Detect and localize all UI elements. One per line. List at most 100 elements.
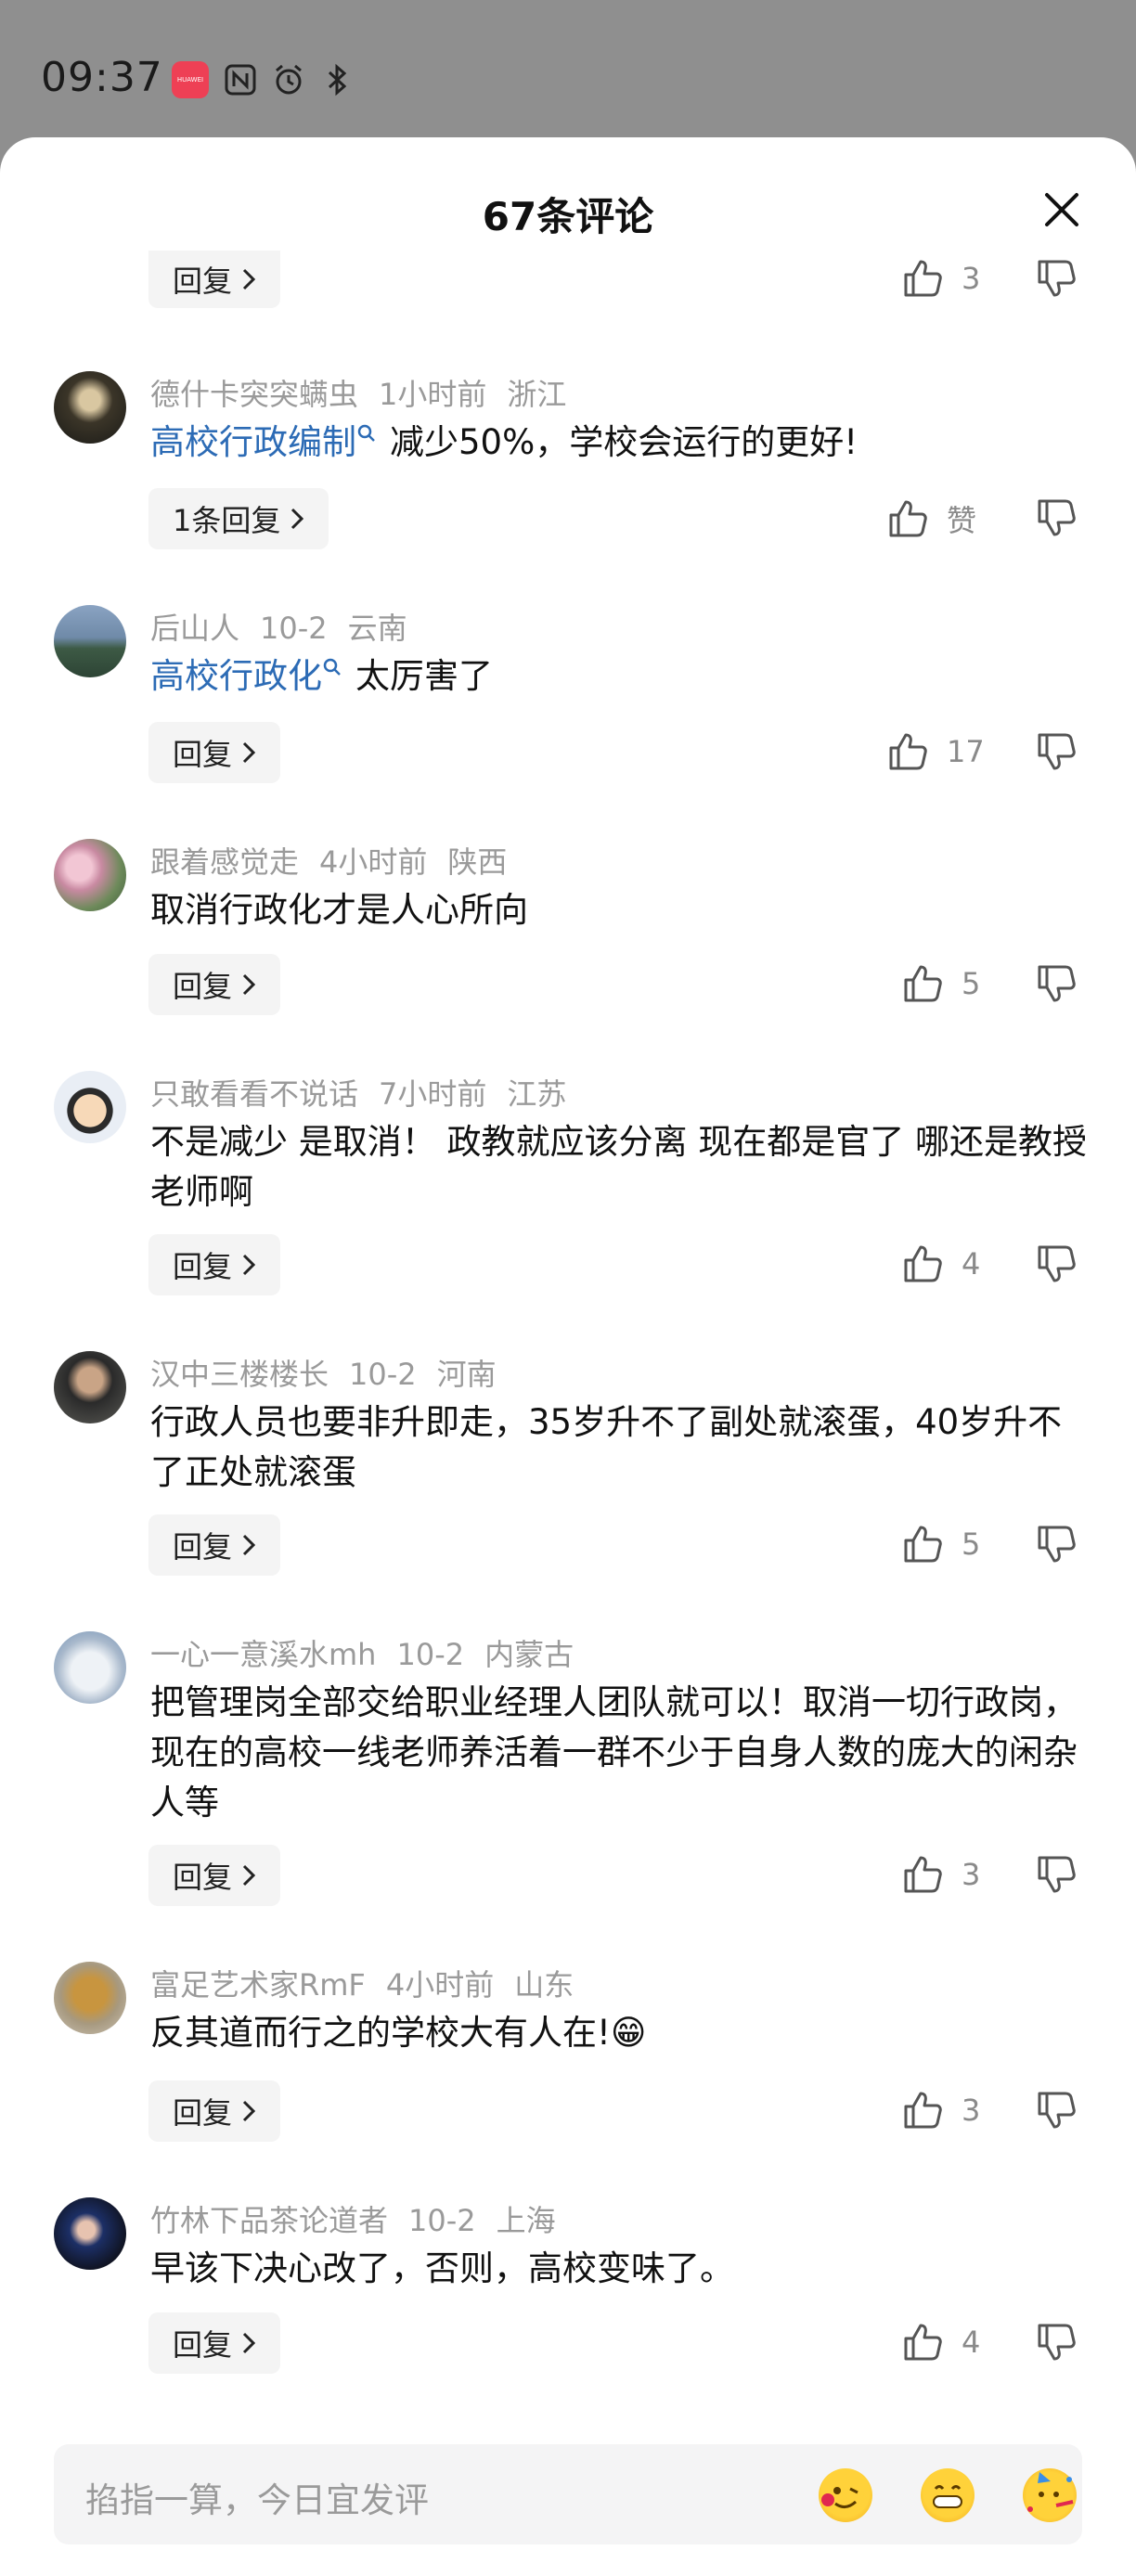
like-button[interactable]: 4 [902,2322,980,2363]
comment-text: 不是减少 是取消！ 政教就应该分离 现在都是官了 哪还是教授 老师啊 [150,1122,1088,1212]
like-count: 3 [962,2093,981,2128]
thumbs-up-icon [904,2092,942,2129]
avatar[interactable] [54,1351,126,1423]
emoji-grin-icon[interactable] [921,2468,975,2522]
like-button[interactable]: 3 [902,1854,980,1895]
like-button[interactable]: 17 [887,731,985,772]
comment-time: 4小时前 [319,844,428,880]
avatar[interactable] [54,1631,126,1704]
status-time: 09:37 [41,54,163,101]
comment-location: 河南 [436,1357,497,1392]
reply-button[interactable]: 回复 [148,722,281,783]
thumbs-down-icon [1038,733,1076,770]
reply-label: 回复 [173,969,233,1004]
keyword-link[interactable]: 高校行政化 [150,656,322,696]
comment-body: 不是减少 是取消！ 政教就应该分离 现在都是官了 哪还是教授 老师啊 [150,1117,1088,1217]
like-count: 17 [947,734,985,769]
reply-button[interactable]: 回复 [148,1514,281,1576]
reply-button[interactable]: 回复 [148,2312,281,2374]
alarm-icon [272,63,305,97]
username[interactable]: 跟着感觉走 [150,844,299,880]
avatar[interactable] [54,839,126,911]
dislike-button[interactable] [1036,258,1077,299]
dislike-button[interactable] [1036,731,1077,772]
bluetooth-icon [320,63,354,97]
comment-location: 浙江 [507,377,567,412]
avatar[interactable] [54,605,126,677]
reply-button[interactable]: 回复 [148,954,281,1015]
comments-title: 67条评论 [482,194,654,239]
close-icon [1045,193,1078,226]
thumbs-up-icon [904,260,942,297]
status-icons: HUAWEI [172,61,354,98]
username[interactable]: 德什卡突突螨虫 [150,377,358,412]
comment-text: 早该下决心改了，否则，高校变味了。 [150,2248,734,2288]
comment-meta: 富足艺术家RmF 4小时前 山东 [150,1962,594,2004]
thumbs-down-icon [1038,260,1076,297]
chevron-right-icon [242,2332,256,2354]
like-button[interactable]: 3 [902,2090,980,2131]
reply-label: 回复 [173,1249,233,1284]
huawei-app-icon: HUAWEI [172,61,209,98]
thumbs-down-icon [1038,1856,1076,1893]
username[interactable]: 汉中三楼楼长 [150,1357,329,1392]
like-button[interactable]: 5 [902,963,980,1004]
dislike-button[interactable] [1036,1854,1077,1895]
like-count: 3 [962,261,981,296]
like-count: 5 [962,966,981,1001]
comment-time: 7小时前 [379,1076,487,1112]
comment-text: 太厉害了 [355,656,493,696]
like-button[interactable]: 赞 [887,497,976,540]
username[interactable]: 只敢看看不说话 [150,1076,358,1112]
avatar[interactable] [54,2197,126,2270]
like-count: 3 [962,1857,981,1892]
like-count: 5 [962,1526,981,1562]
thumbs-up-icon [904,1856,942,1893]
comment-location: 云南 [347,611,407,646]
comment-body: 取消行政化才是人心所向 [150,885,1088,935]
like-button[interactable]: 3 [902,258,980,299]
username[interactable]: 竹林下品茶论道者 [150,2203,388,2238]
username[interactable]: 一心一意溪水mh [150,1637,376,1672]
comment-time: 10-2 [260,611,328,646]
reply-button[interactable]: 回复 [148,1845,281,1906]
dislike-button[interactable] [1036,2322,1077,2363]
dislike-button[interactable] [1036,963,1077,1004]
dislike-button[interactable] [1036,497,1077,538]
avatar[interactable] [54,1071,126,1143]
like-button[interactable]: 5 [902,1524,980,1565]
status-bar: 09:37 HUAWEI [0,0,1136,139]
like-button[interactable]: 4 [902,1243,980,1284]
close-button[interactable] [1039,187,1084,232]
reply-button[interactable]: 回复 [148,1234,281,1295]
reply-label: 回复 [173,1860,233,1895]
comment-meta: 汉中三楼楼长 10-2 河南 [150,1351,517,1394]
comment-input[interactable]: 掐指一算，今日宜发评 [54,2444,1082,2544]
thumbs-up-icon [904,1245,942,1282]
thumbs-down-icon [1038,2092,1076,2129]
username[interactable]: 富足艺术家RmF [150,1967,366,2003]
dislike-button[interactable] [1036,1524,1077,1565]
keyword-link[interactable]: 高校行政编制 [150,422,356,462]
reply-label: 回复 [173,2095,233,2131]
chevron-right-icon [242,741,256,764]
emoji-party-icon[interactable] [1023,2468,1077,2522]
reply-button[interactable]: 1条回复 [148,488,329,549]
comment-body: 行政人员也要非升即走，35岁升不了副处就滚蛋，40岁升不了正处就滚蛋 [150,1397,1088,1498]
thumbs-down-icon [1038,1245,1076,1282]
reply-button[interactable]: 回复 [148,251,281,308]
avatar[interactable] [54,371,126,444]
thumbs-up-icon [889,500,927,537]
nfc-icon [224,63,257,97]
username[interactable]: 后山人 [150,611,239,646]
dislike-button[interactable] [1036,1243,1077,1284]
chevron-right-icon [242,1534,256,1556]
dislike-button[interactable] [1036,2090,1077,2131]
chevron-right-icon [242,268,256,290]
avatar[interactable] [54,1962,126,2034]
reply-button[interactable]: 回复 [148,2080,281,2142]
comment-time: 10-2 [349,1357,417,1392]
thumbs-down-icon [1038,1526,1076,1563]
emoji-tongue-icon[interactable] [819,2468,872,2522]
comments-sheet: 67条评论 回复 3 德什卡突突螨虫 1小时前 浙江 高校行政编制 减少50%，学校会… [0,137,1136,2576]
